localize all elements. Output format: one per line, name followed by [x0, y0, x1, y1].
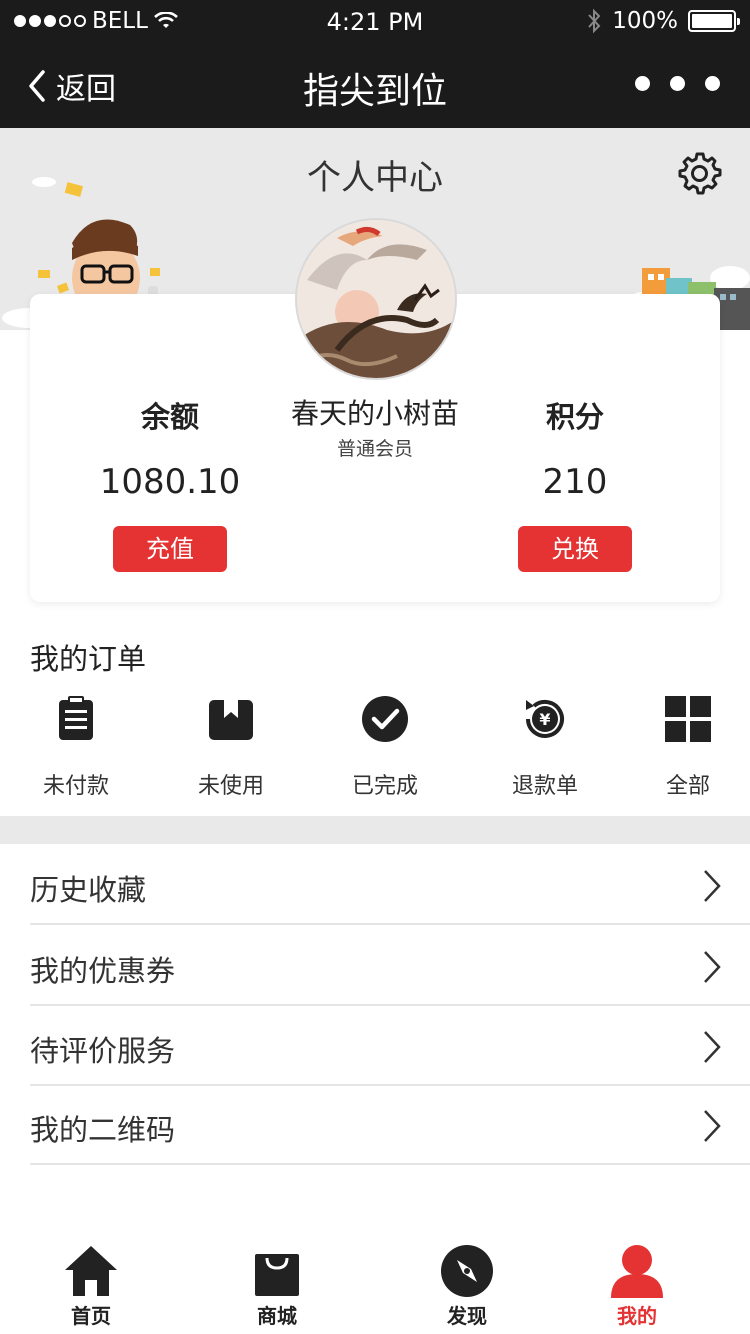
chevron-right-icon [704, 1031, 721, 1063]
nav-bar: 返回 指尖到位 [0, 44, 750, 128]
compass-icon [441, 1245, 493, 1297]
section-divider [0, 816, 750, 844]
order-label: 全部 [665, 774, 710, 799]
menu-item-history-favorites[interactable]: 历史收藏 [30, 845, 750, 925]
points-value: 210 [542, 462, 608, 502]
avatar[interactable] [295, 218, 457, 380]
settings-gear-icon[interactable] [676, 150, 722, 196]
order-unused[interactable]: 未使用 [171, 694, 291, 800]
shopping-bag-icon [255, 1254, 299, 1296]
more-button[interactable] [635, 76, 720, 91]
balance-value: 1080.10 [99, 462, 241, 502]
menu-item-label: 我的优惠券 [30, 954, 176, 988]
order-unpaid[interactable]: 未付款 [16, 694, 136, 800]
avatar-painting-image [297, 220, 455, 378]
menu-item-label: 我的二维码 [30, 1113, 176, 1147]
more-dot-icon [670, 76, 685, 91]
tab-label: 首页 [71, 1304, 111, 1328]
tab-discover[interactable]: 发现 [412, 1244, 522, 1329]
chevron-right-icon [704, 951, 721, 983]
points-stat: 积分 210 兑换 [475, 394, 675, 572]
user-icon [611, 1245, 663, 1298]
status-right: 100% [586, 8, 740, 34]
order-label: 未付款 [42, 774, 109, 799]
recharge-button[interactable]: 充值 [113, 526, 227, 572]
order-label: 未使用 [197, 774, 264, 799]
menu-item-pending-reviews[interactable]: 待评价服务 [30, 1006, 750, 1086]
tab-bar: 首页 商城 发现 我的 [0, 1234, 750, 1334]
more-dot-icon [705, 76, 720, 91]
order-label: 退款单 [511, 774, 578, 799]
order-label: 已完成 [351, 774, 418, 799]
check-circle-icon [362, 696, 408, 742]
menu-item-coupons[interactable]: 我的优惠券 [30, 926, 750, 1006]
menu-item-label: 待评价服务 [30, 1034, 176, 1068]
tab-label: 我的 [617, 1304, 657, 1328]
refund-icon: ¥ [526, 700, 564, 738]
battery-icon [688, 10, 740, 32]
tab-mine[interactable]: 我的 [582, 1244, 692, 1329]
tab-label: 商城 [257, 1304, 297, 1328]
chevron-right-icon [704, 870, 721, 902]
chevron-right-icon [704, 1110, 721, 1142]
tab-mall[interactable]: 商城 [222, 1244, 332, 1329]
tab-label: 发现 [447, 1304, 487, 1328]
menu-item-label: 历史收藏 [30, 873, 147, 907]
grid-icon [665, 696, 711, 742]
points-label: 积分 [545, 400, 604, 434]
tab-home[interactable]: 首页 [36, 1244, 146, 1329]
status-bar: BELL 4:21 PM 100% [0, 0, 750, 44]
order-all[interactable]: 全部 [628, 694, 748, 800]
menu-item-qrcode[interactable]: 我的二维码 [30, 1085, 750, 1165]
svg-text:¥: ¥ [539, 710, 550, 729]
order-completed[interactable]: 已完成 [325, 694, 445, 800]
ticket-box-icon [209, 700, 253, 740]
bluetooth-icon [588, 8, 601, 34]
battery-label: 100% [612, 8, 678, 34]
redeem-button[interactable]: 兑换 [518, 526, 632, 572]
more-dot-icon [635, 76, 650, 91]
clipboard-icon [59, 696, 93, 740]
my-orders-title: 我的订单 [30, 642, 147, 676]
home-icon [65, 1246, 117, 1296]
order-refund[interactable]: ¥ 退款单 [485, 694, 605, 800]
